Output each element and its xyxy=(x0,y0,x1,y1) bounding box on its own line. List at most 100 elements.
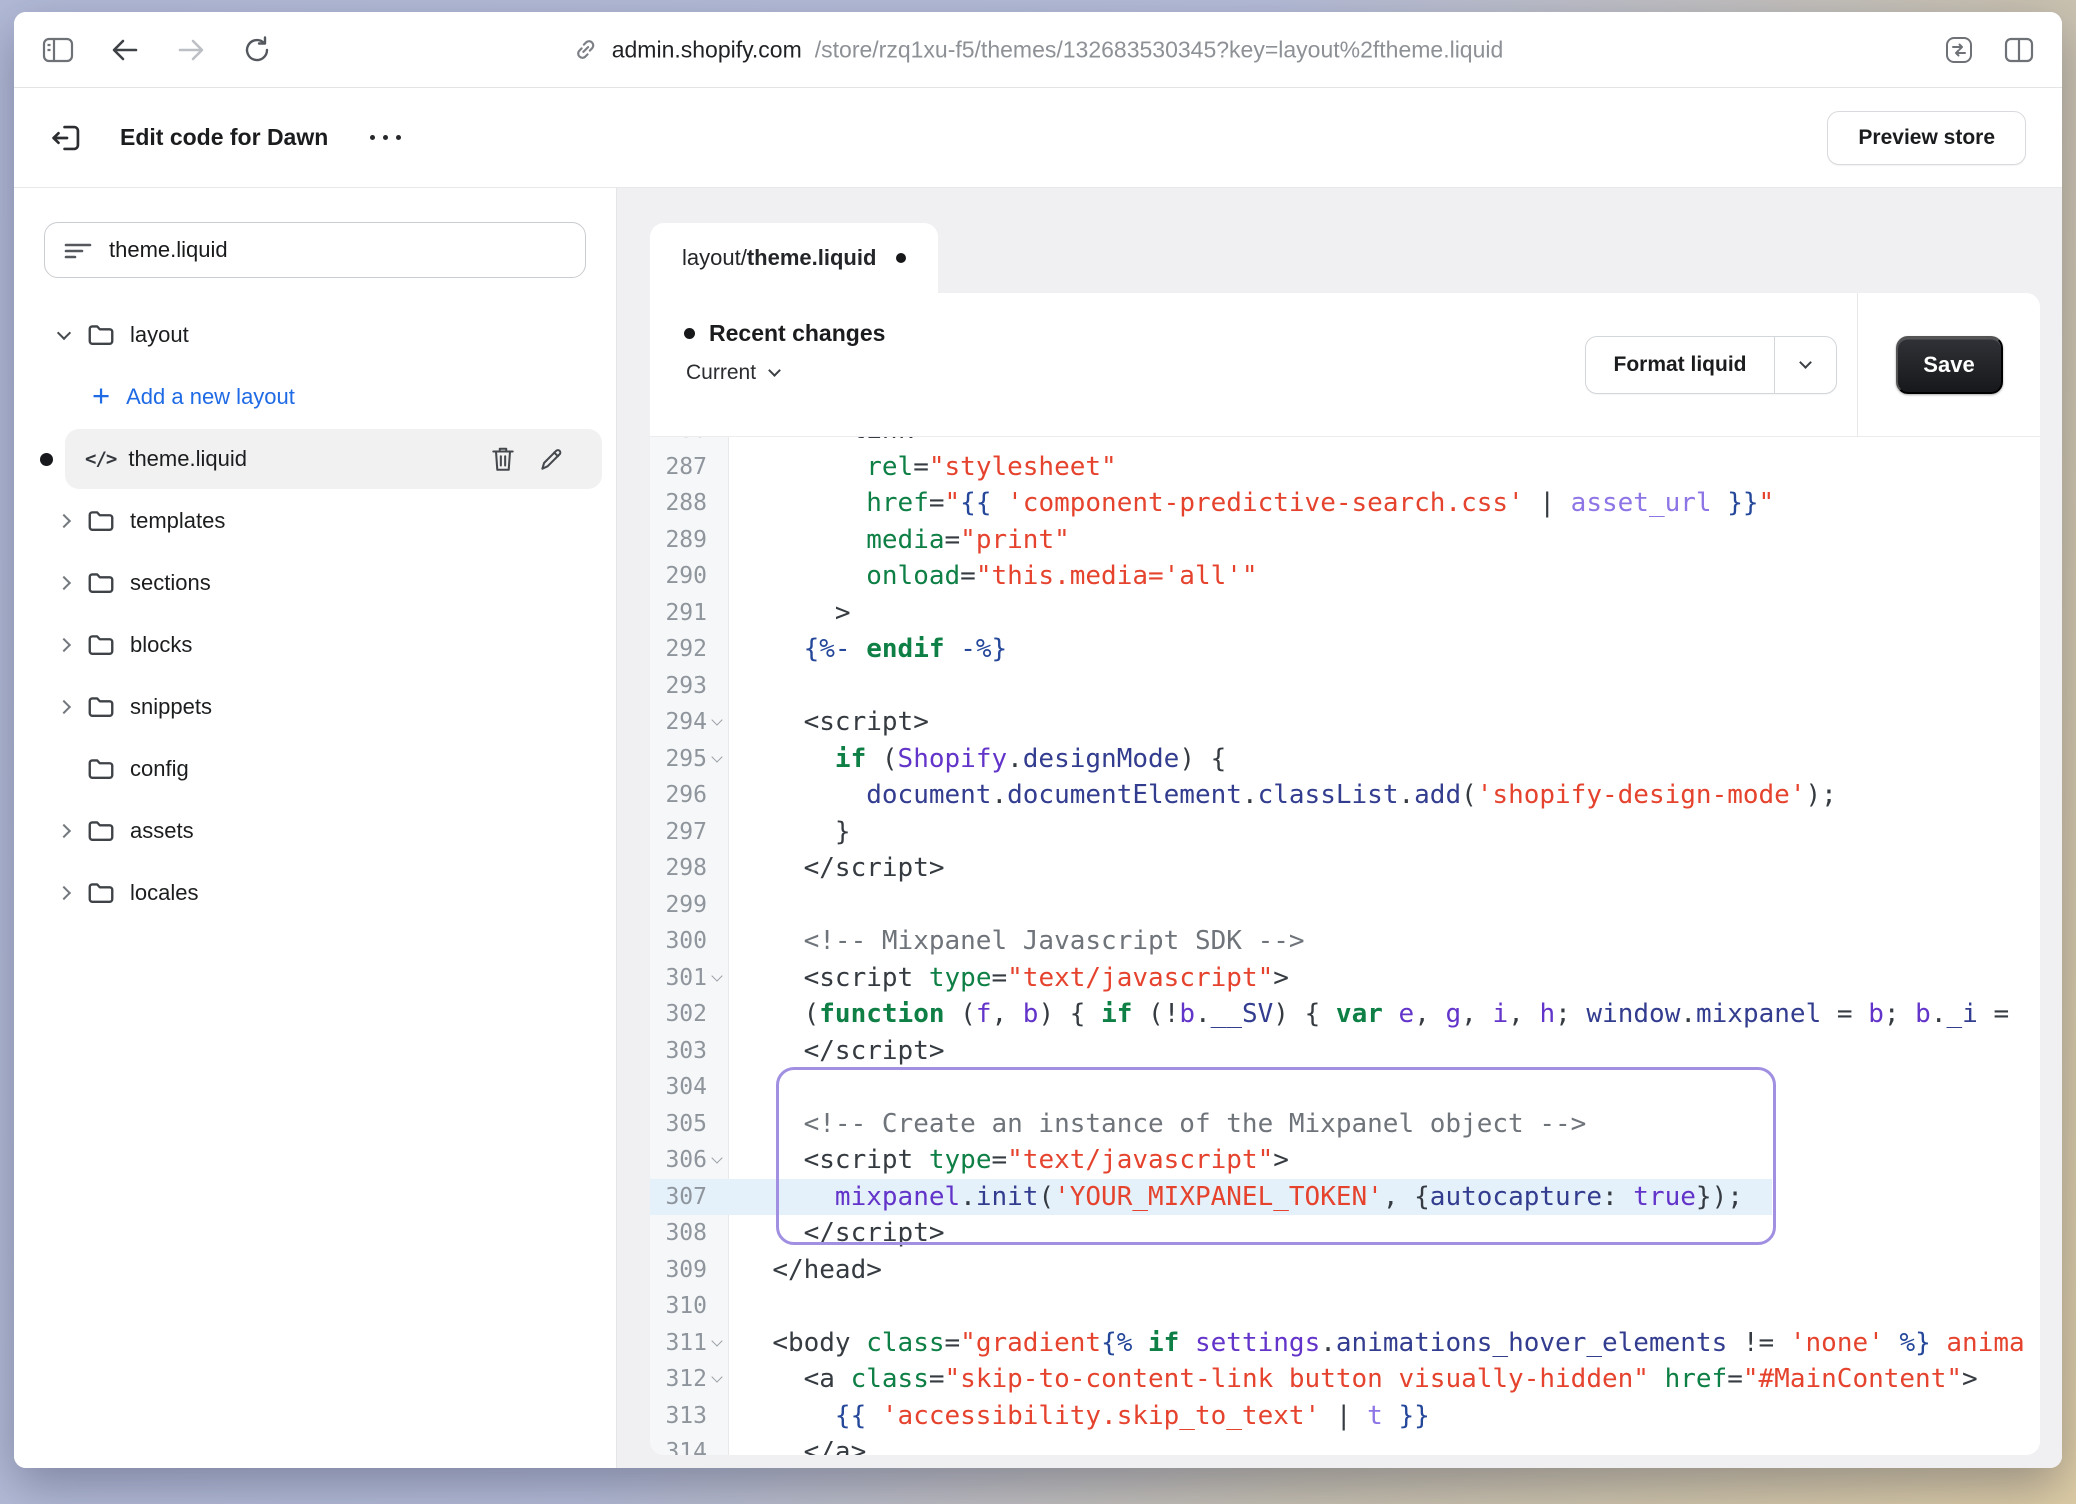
format-dropdown-caret[interactable] xyxy=(1774,337,1836,393)
chevron-down-icon[interactable] xyxy=(57,325,71,339)
code-line-297[interactable]: 297 } xyxy=(650,814,2040,851)
code-line-300[interactable]: 300 <!-- Mixpanel Javascript SDK --> xyxy=(650,923,2040,960)
code-line-306[interactable]: 306 <script type="text/javascript"> xyxy=(650,1142,2040,1179)
code-text: <link xyxy=(728,437,913,445)
code-line-287[interactable]: 287 rel="stylesheet" xyxy=(650,449,2040,486)
editor-main: layout/theme.liquid Recent changes Curr xyxy=(617,188,2062,1468)
code-line-298[interactable]: 298 </script> xyxy=(650,850,2040,887)
chevron-right-icon[interactable] xyxy=(57,638,71,652)
folder-icon xyxy=(86,816,116,846)
code-line-288[interactable]: 288 href="{{ 'component-predictive-searc… xyxy=(650,485,2040,522)
line-number: 291 xyxy=(650,600,728,626)
back-button-icon[interactable] xyxy=(110,37,140,63)
code-lines[interactable]: 286 <link287 rel="stylesheet"288 href="{… xyxy=(650,437,2040,1455)
chevron-right-icon[interactable] xyxy=(57,824,71,838)
line-number: 300 xyxy=(650,928,728,954)
page-settings-icon[interactable] xyxy=(1944,35,1974,65)
chevron-right-icon[interactable] xyxy=(57,886,71,900)
sidebar-folder-snippets[interactable]: snippets xyxy=(14,676,616,738)
delete-file-icon[interactable] xyxy=(490,445,516,473)
fold-chevron-icon[interactable] xyxy=(711,1153,722,1164)
more-options-icon[interactable] xyxy=(370,135,401,140)
code-file-icon: </> xyxy=(85,448,116,470)
code-editor[interactable]: 286 <link287 rel="stylesheet"288 href="{… xyxy=(650,437,2040,1455)
sidebar-file-theme.liquid[interactable]: </> theme.liquid xyxy=(14,428,616,490)
code-text: media="print" xyxy=(728,525,1070,555)
fold-chevron-icon[interactable] xyxy=(711,970,722,981)
sidebar-folder-layout[interactable]: layout xyxy=(14,304,616,366)
chevron-down-icon xyxy=(1799,356,1812,369)
code-line-311[interactable]: 311 <body class="gradient{% if settings.… xyxy=(650,1325,2040,1362)
fold-chevron-icon[interactable] xyxy=(711,751,722,762)
save-button[interactable]: Save xyxy=(1896,336,2003,394)
rename-file-icon[interactable] xyxy=(538,445,564,473)
code-line-309[interactable]: 309 </head> xyxy=(650,1252,2040,1289)
line-number: 292 xyxy=(650,636,728,662)
add-new-layout-button[interactable]: +Add a new layout xyxy=(14,366,616,428)
code-line-292[interactable]: 292 {%- endif -%} xyxy=(650,631,2040,668)
folder-label: config xyxy=(130,756,189,782)
fold-chevron-icon[interactable] xyxy=(711,1335,722,1346)
sidebar-folder-config[interactable]: config xyxy=(14,738,616,800)
fold-chevron-icon[interactable] xyxy=(711,715,722,726)
file-search-box[interactable] xyxy=(44,222,586,278)
chevron-right-icon[interactable] xyxy=(57,700,71,714)
code-line-290[interactable]: 290 onload="this.media='all'" xyxy=(650,558,2040,595)
code-line-299[interactable]: 299 xyxy=(650,887,2040,924)
chevron-right-icon[interactable] xyxy=(57,514,71,528)
code-line-296[interactable]: 296 document.documentElement.classList.a… xyxy=(650,777,2040,814)
action-label: Add a new layout xyxy=(126,384,295,410)
code-line-295[interactable]: 295 if (Shopify.designMode) { xyxy=(650,741,2040,778)
chevron-right-icon[interactable] xyxy=(57,576,71,590)
folder-icon xyxy=(86,506,116,536)
version-selector[interactable]: Current xyxy=(684,361,885,385)
code-line-289[interactable]: 289 media="print" xyxy=(650,522,2040,559)
code-line-304[interactable]: 304 xyxy=(650,1069,2040,1106)
code-line-303[interactable]: 303 </script> xyxy=(650,1033,2040,1070)
format-liquid-button[interactable]: Format liquid xyxy=(1585,336,1837,394)
address-bar[interactable]: admin.shopify.com/store/rzq1xu-f5/themes… xyxy=(573,36,1504,63)
sidebar-toggle-icon[interactable] xyxy=(42,36,74,64)
code-line-302[interactable]: 302 (function (f, b) { if (!b.__SV) { va… xyxy=(650,996,2040,1033)
line-number: 306 xyxy=(650,1147,728,1173)
line-number: 295 xyxy=(650,746,728,772)
code-line-308[interactable]: 308 </script> xyxy=(650,1215,2040,1252)
code-text: onload="this.media='all'" xyxy=(728,561,1258,591)
sidebar-folder-blocks[interactable]: blocks xyxy=(14,614,616,676)
selected-file-row[interactable]: </> theme.liquid xyxy=(65,429,602,489)
tab-theme-liquid[interactable]: layout/theme.liquid xyxy=(650,223,938,293)
sidebar-folder-templates[interactable]: templates xyxy=(14,490,616,552)
forward-button-icon[interactable] xyxy=(176,37,206,63)
code-line-294[interactable]: 294 <script> xyxy=(650,704,2040,741)
code-line-307[interactable]: 307 mixpanel.init('YOUR_MIXPANEL_TOKEN',… xyxy=(650,1179,2040,1216)
fold-chevron-icon[interactable] xyxy=(711,1372,722,1383)
code-line-310[interactable]: 310 xyxy=(650,1288,2040,1325)
code-line-313[interactable]: 313 {{ 'accessibility.skip_to_text' | t … xyxy=(650,1398,2040,1435)
folder-icon xyxy=(86,568,116,598)
exit-editor-icon[interactable] xyxy=(50,121,84,155)
sidebar-folder-sections[interactable]: sections xyxy=(14,552,616,614)
code-text: (function (f, b) { if (!b.__SV) { var e,… xyxy=(728,999,2009,1029)
line-number: 290 xyxy=(650,563,728,589)
desktop-background: admin.shopify.com/store/rzq1xu-f5/themes… xyxy=(0,0,2076,1504)
file-label: theme.liquid xyxy=(128,446,247,472)
sidebar-folder-locales[interactable]: locales xyxy=(14,862,616,924)
code-line-305[interactable]: 305 <!-- Create an instance of the Mixpa… xyxy=(650,1106,2040,1143)
chevron-down-icon xyxy=(768,364,781,377)
preview-store-button[interactable]: Preview store xyxy=(1827,111,2026,165)
split-view-icon[interactable] xyxy=(2004,37,2034,63)
code-line-314[interactable]: 314 </a> xyxy=(650,1434,2040,1455)
code-text: } xyxy=(728,817,851,847)
url-domain: admin.shopify.com xyxy=(612,36,802,63)
search-input[interactable] xyxy=(109,237,567,263)
sidebar-folder-assets[interactable]: assets xyxy=(14,800,616,862)
code-line-286[interactable]: 286 <link xyxy=(650,437,2040,449)
code-line-293[interactable]: 293 xyxy=(650,668,2040,705)
code-line-312[interactable]: 312 <a class="skip-to-content-link butto… xyxy=(650,1361,2040,1398)
reload-icon[interactable] xyxy=(242,35,272,65)
link-icon xyxy=(573,37,599,63)
code-line-301[interactable]: 301 <script type="text/javascript"> xyxy=(650,960,2040,997)
code-text: <body class="gradient{% if settings.anim… xyxy=(728,1328,2025,1358)
code-text: {{ 'accessibility.skip_to_text' | t }} xyxy=(728,1401,1430,1431)
code-line-291[interactable]: 291 > xyxy=(650,595,2040,632)
